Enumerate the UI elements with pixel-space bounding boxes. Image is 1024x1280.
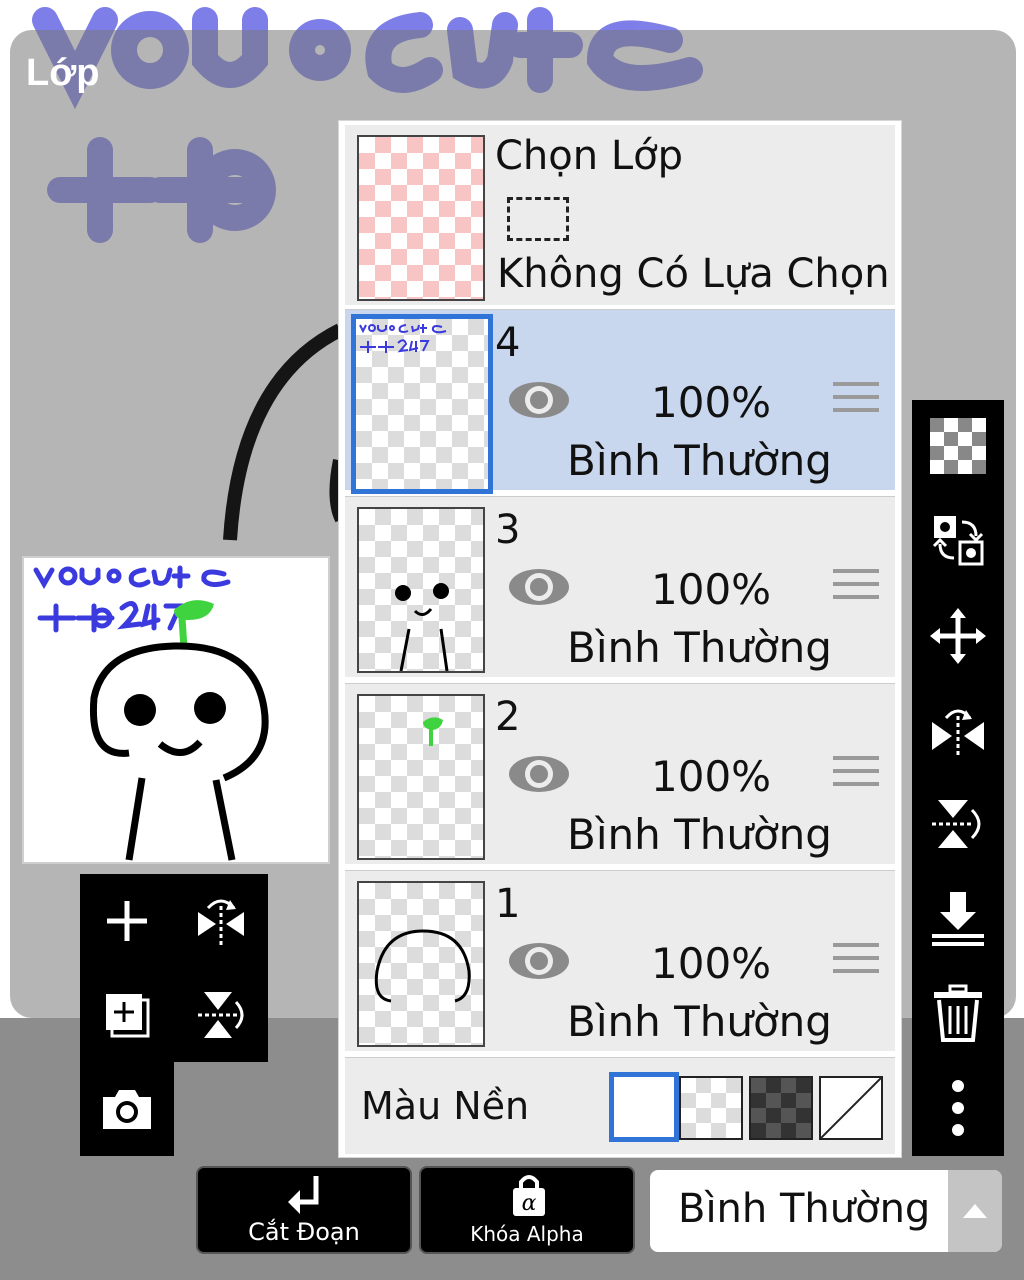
- more-icon: [952, 1080, 964, 1136]
- alpha-lock-label: Khóa Alpha: [470, 1222, 584, 1246]
- swap-icon: [932, 516, 984, 566]
- layer-4-text-preview: [359, 324, 447, 353]
- selection-marquee-icon: [507, 197, 569, 241]
- layer-number: 3: [495, 507, 521, 553]
- transparent-icon: [930, 418, 986, 474]
- layer-row-3[interactable]: 3 100% Bình Thường: [345, 496, 895, 677]
- layer-2-sprout-preview: [423, 717, 443, 746]
- selection-layer-row[interactable]: Chọn Lớp Không Có Lựa Chọn: [345, 125, 895, 305]
- add-layer-icon: [106, 994, 150, 1038]
- layer-opacity[interactable]: 100%: [651, 939, 771, 988]
- layer-row-2[interactable]: 2 100% Bình Thường: [345, 683, 895, 864]
- bg-swatch-transparent-light[interactable]: [679, 1076, 743, 1140]
- add-copy-layer-button[interactable]: [92, 980, 162, 1050]
- background-color-row: Màu Nền: [345, 1057, 895, 1154]
- layer-thumbnail-3: [357, 507, 485, 673]
- layer-opacity[interactable]: 100%: [651, 752, 771, 801]
- drag-handle-icon[interactable]: [833, 382, 879, 421]
- alpha-lock-icon: α: [513, 1175, 545, 1216]
- flip-vertical-button[interactable]: [926, 792, 990, 856]
- clipping-label: Cắt Đoạn: [248, 1218, 360, 1246]
- flip-layer-horizontal-button[interactable]: [186, 886, 256, 956]
- layer-opacity[interactable]: 100%: [651, 565, 771, 614]
- more-options-button[interactable]: [926, 1076, 990, 1140]
- drag-handle-icon[interactable]: [833, 943, 879, 982]
- trash-icon: [934, 984, 982, 1042]
- alpha-lock-button[interactable]: α Khóa Alpha: [419, 1166, 635, 1254]
- camera-icon: [103, 1090, 151, 1129]
- layer-thumbnail-2: [357, 694, 485, 860]
- layer-thumbnail-4: [351, 314, 493, 494]
- layer-1-head-preview: [374, 929, 471, 1003]
- eye-icon[interactable]: [507, 380, 571, 420]
- blend-mode-select[interactable]: Bình Thường: [650, 1170, 1002, 1252]
- layer-number: 4: [495, 320, 521, 366]
- layer-thumbnail-1: [357, 881, 485, 1047]
- merge-down-icon: [932, 892, 984, 946]
- layer-blend-mode: Bình Thường: [567, 436, 832, 485]
- no-background-icon: [820, 1077, 882, 1139]
- layer-3-face-preview: [395, 583, 449, 671]
- preview-drawing: [33, 565, 269, 861]
- clear-layer-button[interactable]: [926, 414, 990, 478]
- layer-row-4[interactable]: 4 100% Bình Thường: [345, 309, 895, 494]
- clipping-button[interactable]: Cắt Đoạn: [196, 1166, 412, 1254]
- selection-layer-title: Chọn Lớp: [495, 133, 683, 179]
- layer-tools-toolbar: [912, 400, 1004, 1156]
- eye-icon[interactable]: [507, 754, 571, 794]
- layer-number: 1: [495, 881, 521, 927]
- blend-mode-arrow[interactable]: [948, 1170, 1002, 1252]
- clipping-arrow-icon: [288, 1176, 319, 1214]
- swap-layer-button[interactable]: [926, 508, 990, 572]
- bg-swatch-transparent-dark[interactable]: [749, 1076, 813, 1140]
- selection-status: Không Có Lựa Chọn: [497, 251, 890, 297]
- layer-blend-mode: Bình Thường: [567, 810, 832, 859]
- layer-number: 2: [495, 694, 521, 740]
- blend-mode-value: Bình Thường: [678, 1186, 931, 1232]
- flip-vertical-icon: [198, 992, 244, 1038]
- bg-swatch-none[interactable]: [819, 1076, 883, 1140]
- layer-blend-mode: Bình Thường: [567, 623, 832, 672]
- panel-title: Lớp: [26, 52, 100, 94]
- flip-horizontal-button[interactable]: [926, 698, 990, 762]
- chevron-up-icon: [963, 1204, 987, 1218]
- layer-row-1[interactable]: 1 100% Bình Thường: [345, 870, 895, 1051]
- layer-list: Chọn Lớp Không Có Lựa Chọn 4 100% Bình T…: [338, 120, 902, 1158]
- drag-handle-icon[interactable]: [833, 569, 879, 608]
- camera-button[interactable]: [92, 1074, 162, 1144]
- layer-opacity[interactable]: 100%: [651, 378, 771, 427]
- drag-handle-icon[interactable]: [833, 756, 879, 795]
- flip-layer-vertical-button[interactable]: [186, 980, 256, 1050]
- background-color-label: Màu Nền: [361, 1084, 530, 1128]
- eye-icon[interactable]: [507, 941, 571, 981]
- move-layer-button[interactable]: [926, 604, 990, 668]
- bg-swatch-white[interactable]: [609, 1072, 679, 1142]
- flip-vertical-icon: [932, 800, 981, 848]
- eye-icon[interactable]: [507, 567, 571, 607]
- svg-text:α: α: [522, 1191, 537, 1216]
- plus-icon: [107, 901, 147, 941]
- canvas-preview[interactable]: [22, 556, 330, 864]
- move-icon: [930, 608, 986, 664]
- merge-down-button[interactable]: [926, 886, 990, 950]
- delete-layer-button[interactable]: [926, 982, 990, 1046]
- selection-thumbnail: [357, 135, 485, 301]
- flip-horizontal-icon: [932, 709, 984, 756]
- flip-horizontal-icon: [198, 899, 244, 946]
- layer-blend-mode: Bình Thường: [567, 997, 832, 1046]
- add-layer-button[interactable]: [92, 886, 162, 956]
